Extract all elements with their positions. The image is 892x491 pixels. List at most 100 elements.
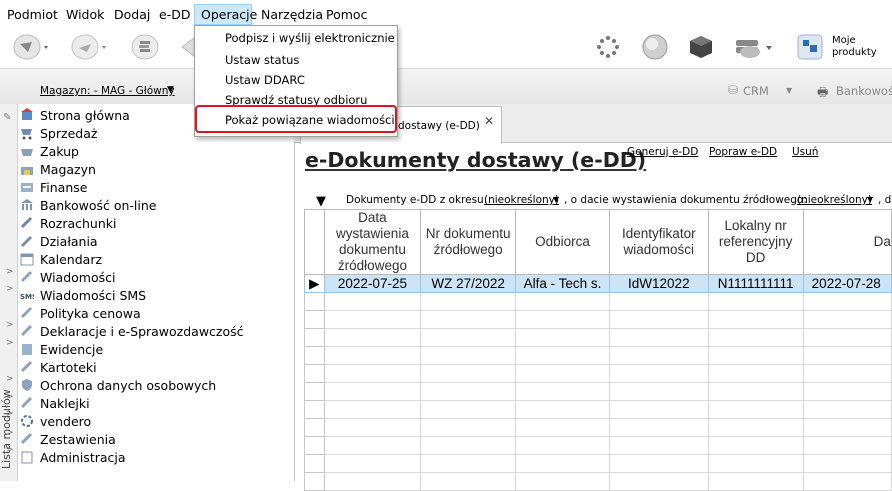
table-cell[interactable] — [515, 454, 610, 473]
column-header-data[interactable]: Data wystawienia dokumentu źródłowego — [323, 209, 422, 275]
table-cell[interactable] — [515, 418, 610, 437]
sidebar-item-dzialania[interactable]: Działania — [20, 233, 290, 251]
table-cell[interactable] — [707, 400, 804, 419]
table-cell[interactable] — [515, 292, 610, 311]
table-cell[interactable] — [420, 364, 516, 383]
chevron-right-icon[interactable]: > — [6, 374, 14, 384]
table-row[interactable] — [304, 364, 892, 383]
sidebar-item-wiadomosci[interactable]: Wiadomości — [20, 269, 290, 287]
arrow-icon[interactable] — [12, 32, 48, 62]
sidebar-item-rozrachunki[interactable]: Rozrachunki — [20, 215, 290, 233]
chevron-right-icon[interactable]: > — [6, 409, 14, 419]
table-cell[interactable] — [323, 364, 422, 383]
chevron-right-icon[interactable]: > — [6, 267, 14, 277]
sidebar-item-naklejki[interactable]: Naklejki — [20, 395, 290, 413]
table-cell[interactable] — [608, 436, 709, 455]
table-cell[interactable] — [323, 346, 422, 365]
table-cell[interactable] — [323, 328, 422, 347]
arrow-icon[interactable] — [70, 32, 106, 62]
table-cell[interactable] — [515, 310, 610, 329]
table-row[interactable] — [304, 292, 892, 311]
chevron-down-icon[interactable]: ▼ — [553, 195, 559, 204]
table-cell[interactable] — [515, 436, 610, 455]
table-cell[interactable]: IdW12022 — [608, 274, 709, 293]
table-cell[interactable] — [420, 382, 516, 401]
chevron-right-icon[interactable]: > — [6, 445, 14, 455]
table-cell[interactable] — [420, 292, 516, 311]
pin-icon[interactable]: ✎ — [3, 112, 11, 123]
table-cell[interactable] — [707, 454, 804, 473]
table-cell[interactable] — [515, 346, 610, 365]
column-header-nr[interactable]: Nr dokumentu źródłowego — [420, 209, 516, 275]
crm-label[interactable]: CRM — [743, 84, 769, 98]
table-cell[interactable] — [802, 364, 892, 383]
chevron-down-icon[interactable]: ▼ — [867, 195, 873, 204]
table-cell[interactable] — [802, 400, 892, 419]
table-row[interactable] — [304, 472, 892, 491]
table-cell[interactable] — [515, 400, 610, 419]
chevron-right-icon[interactable]: > — [6, 284, 14, 294]
table-cell[interactable] — [323, 454, 422, 473]
table-cell[interactable] — [420, 310, 516, 329]
menu-item-podpisz[interactable]: Podpisz i wyślij elektronicznie — [225, 31, 395, 45]
table-cell[interactable] — [420, 418, 516, 437]
sidebar-item-polityka-cenowa[interactable]: Polityka cenowa — [20, 305, 290, 323]
table-row[interactable] — [304, 418, 892, 437]
table-cell[interactable] — [420, 472, 516, 491]
sidebar-item-administracja[interactable]: Administracja — [20, 449, 290, 467]
menu-dodaj[interactable]: Dodaj — [114, 7, 150, 23]
chevron-right-icon[interactable]: > — [6, 392, 14, 402]
menu-operacje[interactable]: Operacje — [194, 4, 257, 25]
table-cell[interactable] — [802, 382, 892, 401]
coins-icon[interactable] — [130, 32, 160, 62]
sidebar-item-kalendarz[interactable]: Kalendarz — [20, 251, 290, 269]
table-cell[interactable] — [420, 346, 516, 365]
table-row[interactable] — [304, 454, 892, 473]
sidebar-item-ewidencje[interactable]: Ewidencje — [20, 341, 290, 359]
cube-icon[interactable] — [686, 32, 716, 62]
sidebar-item-wiadomosci-sms[interactable]: SMS Wiadomości SMS — [20, 287, 290, 305]
sidebar-item-vendero[interactable]: vendero — [20, 413, 290, 431]
chevron-right-icon[interactable]: > — [6, 428, 14, 438]
period-selector[interactable]: (nieokreślony) — [484, 194, 559, 206]
column-header-da[interactable]: Da — [802, 209, 892, 275]
table-cell[interactable] — [515, 472, 610, 491]
spinner-icon[interactable] — [593, 32, 623, 62]
table-cell[interactable] — [608, 310, 709, 329]
table-cell[interactable]: Alfa - Tech s. — [515, 274, 610, 293]
close-icon[interactable]: ✕ — [484, 114, 494, 128]
table-cell[interactable] — [707, 418, 804, 437]
table-cell[interactable] — [802, 346, 892, 365]
sidebar-item-zakup[interactable]: Zakup — [20, 143, 290, 161]
table-row[interactable] — [304, 400, 892, 419]
products-icon[interactable] — [795, 32, 825, 62]
menu-narzedzia[interactable]: Narzędzia — [261, 7, 323, 23]
table-cell[interactable] — [707, 310, 804, 329]
source-date-selector[interactable]: (nieokreślony) — [797, 194, 872, 206]
sidebar-item-zestawienia[interactable]: Zestawienia — [20, 431, 290, 449]
sidebar-item-finanse[interactable]: Finanse — [20, 179, 290, 197]
table-cell[interactable] — [707, 436, 804, 455]
menu-pomoc[interactable]: Pomoc — [326, 7, 367, 23]
menu-widok[interactable]: Widok — [66, 7, 104, 23]
table-row[interactable] — [304, 328, 892, 347]
table-cell[interactable] — [515, 364, 610, 383]
table-cell[interactable] — [608, 292, 709, 311]
generuj-link[interactable]: Generuj e-DD — [627, 146, 698, 158]
chevron-down-icon[interactable]: ▼ — [786, 86, 792, 95]
table-cell[interactable] — [420, 454, 516, 473]
usun-link[interactable]: Usuń — [792, 146, 818, 158]
table-row[interactable] — [304, 310, 892, 329]
table-row[interactable] — [304, 436, 892, 455]
table-row[interactable] — [304, 346, 892, 365]
column-header-identyfikator[interactable]: Identyfikator wiadomości — [608, 209, 709, 275]
table-cell[interactable]: WZ 27/2022 — [420, 274, 516, 293]
bankowosc-label[interactable]: Bankowoś — [836, 84, 892, 98]
table-cell[interactable] — [515, 328, 610, 347]
table-cell[interactable] — [608, 346, 709, 365]
table-row[interactable] — [304, 382, 892, 401]
sidebar-tab[interactable]: Lista modułów ✎ > > > > > > > > > — [0, 104, 18, 481]
chevron-right-icon[interactable]: > — [6, 320, 14, 330]
table-cell[interactable]: N1111111111 — [707, 274, 804, 293]
table-cell[interactable] — [608, 328, 709, 347]
